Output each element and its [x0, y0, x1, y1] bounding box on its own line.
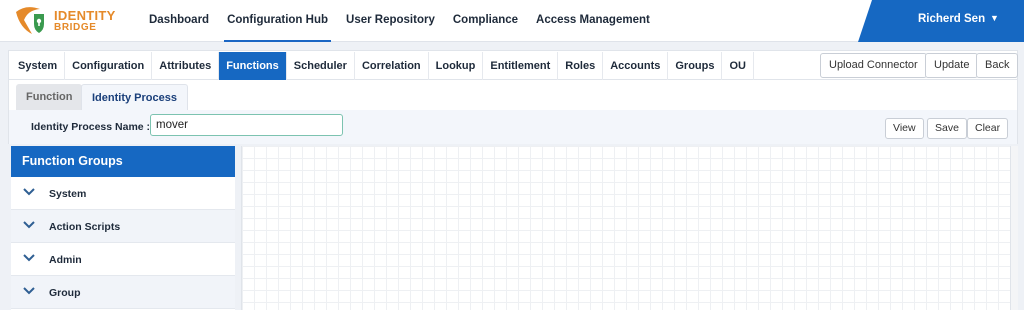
subtab-function[interactable]: Function [16, 84, 83, 110]
chevron-down-icon [23, 221, 35, 229]
function-groups-panel: Function Groups System Action Scripts Ad… [11, 146, 235, 310]
update-button[interactable]: Update [925, 53, 979, 78]
config-tabbar: System Configuration Attributes Function… [8, 50, 1019, 80]
tab-configuration[interactable]: Configuration [65, 52, 153, 80]
config-tabs: System Configuration Attributes Function… [11, 52, 754, 80]
function-group-group[interactable]: Group [11, 276, 235, 309]
chevron-down-icon [23, 287, 35, 295]
tab-functions[interactable]: Functions [219, 52, 287, 80]
tab-groups[interactable]: Groups [668, 52, 723, 80]
function-group-admin[interactable]: Admin [11, 243, 235, 276]
function-groups-title: Function Groups [11, 146, 235, 177]
nav-access-management[interactable]: Access Management [527, 0, 659, 42]
upload-connector-button[interactable]: Upload Connector [820, 53, 927, 78]
nav-dashboard[interactable]: Dashboard [140, 0, 218, 42]
tab-lookup[interactable]: Lookup [429, 52, 484, 80]
identity-process-form: Identity Process Name : View Save Clear [8, 110, 1018, 144]
process-design-canvas[interactable] [241, 146, 1010, 310]
nav-user-repository[interactable]: User Repository [337, 0, 444, 42]
identity-process-name-input[interactable] [150, 114, 343, 136]
user-name: Richerd Sen [918, 13, 986, 25]
shield-logo-icon [16, 7, 44, 34]
brand-line2: BRIDGE [54, 22, 97, 33]
function-group-label: Group [49, 287, 81, 299]
nav-compliance[interactable]: Compliance [444, 0, 527, 42]
save-button[interactable]: Save [927, 118, 967, 139]
brand-line1: IDENTITY [54, 8, 116, 23]
function-group-action-scripts[interactable]: Action Scripts [11, 210, 235, 243]
tab-correlation[interactable]: Correlation [355, 52, 429, 80]
tab-attributes[interactable]: Attributes [152, 52, 220, 80]
subtab-row: Function Identity Process [8, 80, 1018, 110]
identity-process-name-label: Identity Process Name : [31, 121, 151, 133]
caret-down-icon: ▼ [990, 13, 999, 23]
function-group-label: Action Scripts [49, 221, 121, 233]
tab-scheduler[interactable]: Scheduler [287, 52, 355, 80]
tab-roles[interactable]: Roles [558, 52, 604, 80]
chevron-down-icon [23, 254, 35, 262]
view-button[interactable]: View [885, 118, 924, 139]
nav-configuration-hub[interactable]: Configuration Hub [218, 0, 337, 42]
clear-button[interactable]: Clear [967, 118, 1009, 139]
back-button[interactable]: Back [976, 53, 1019, 78]
function-group-system[interactable]: System [11, 177, 235, 210]
tab-accounts[interactable]: Accounts [603, 52, 669, 80]
tab-system[interactable]: System [11, 52, 66, 80]
user-menu[interactable]: Richerd Sen ▼ [858, 0, 1024, 42]
chevron-down-icon [23, 188, 35, 196]
canvas-scrollbar[interactable] [1010, 146, 1018, 310]
function-group-label: Admin [49, 254, 82, 266]
subtab-identity-process[interactable]: Identity Process [81, 84, 188, 110]
function-group-label: System [49, 188, 87, 200]
tab-ou[interactable]: OU [722, 52, 754, 80]
top-header: IDENTITY BRIDGE Dashboard Configuration … [0, 0, 1024, 42]
tab-entitlement[interactable]: Entitlement [483, 52, 559, 80]
main-nav: Dashboard Configuration Hub User Reposit… [140, 0, 659, 42]
identity-bridge-logo[interactable]: IDENTITY BRIDGE [14, 6, 126, 36]
